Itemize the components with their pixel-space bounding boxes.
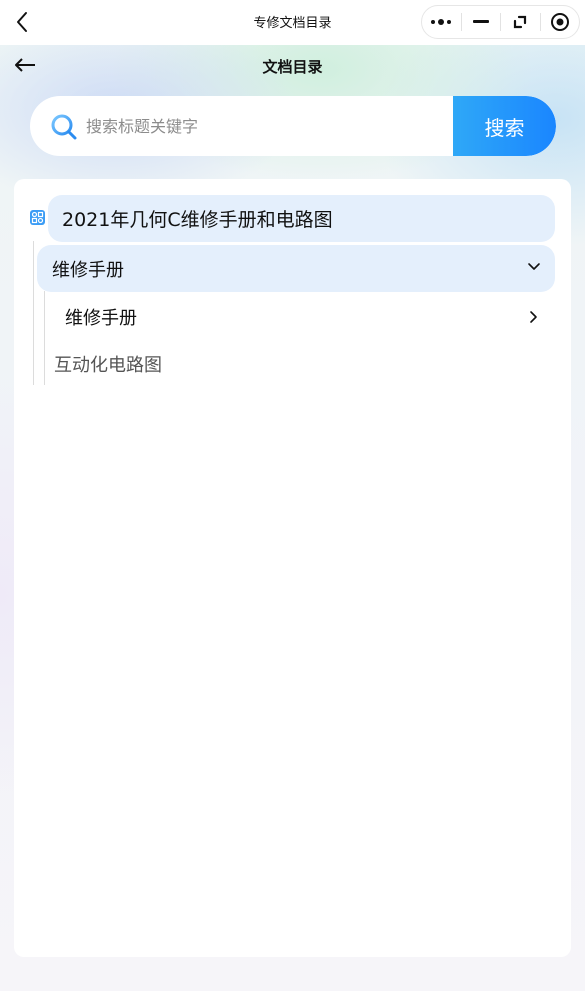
tree-node-icon [30, 210, 45, 225]
search-input[interactable] [86, 96, 446, 156]
more-dots-icon [431, 19, 452, 25]
tree-node-circuit-diagram[interactable]: 互动化电路图 [54, 347, 162, 381]
more-button[interactable] [422, 6, 461, 38]
restore-icon [514, 15, 527, 29]
tree-guide-line [44, 291, 45, 385]
tree-node-repair-manual[interactable]: 维修手册 [37, 245, 555, 292]
title-bar: 专修文档目录 [0, 0, 585, 45]
catalog-card: 2021年几何C维修手册和电路图 维修手册 维修手册 互动化电路图 [14, 179, 571, 957]
minimize-button[interactable] [462, 6, 501, 38]
tree-node-label: 维修手册 [52, 259, 124, 281]
search-button[interactable]: 搜索 [453, 96, 556, 156]
close-target-icon [550, 13, 569, 31]
search-bar: 搜索 [30, 96, 556, 156]
tree-root-node[interactable]: 2021年几何C维修手册和电路图 [48, 195, 555, 242]
tree-node-repair-manual-child[interactable]: 维修手册 [50, 297, 555, 337]
mini-program-capsule [421, 5, 580, 39]
tree-node-label: 互动化电路图 [54, 355, 162, 376]
chevron-down-icon [528, 263, 540, 270]
tree-guide-line [33, 241, 34, 385]
tree-root-label: 2021年几何C维修手册和电路图 [62, 209, 333, 231]
chevron-right-icon [530, 311, 537, 323]
close-button[interactable] [541, 6, 580, 38]
tree-node-label: 维修手册 [65, 308, 137, 329]
search-icon [51, 114, 77, 140]
minimize-icon [472, 20, 489, 23]
restore-button[interactable] [501, 6, 540, 38]
page-title: 文档目录 [262, 58, 323, 76]
